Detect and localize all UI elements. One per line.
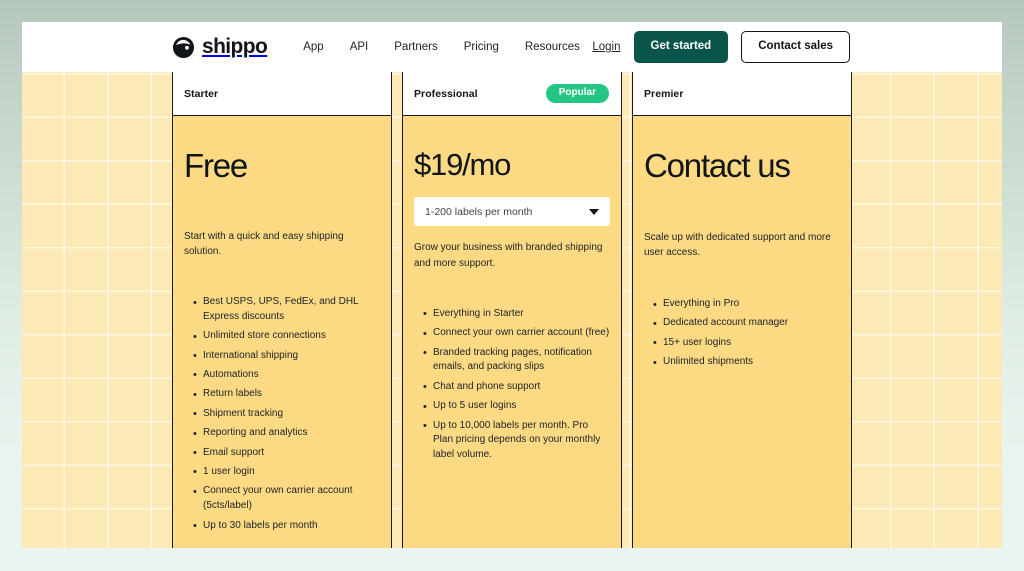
nav-item-resources[interactable]: Resources xyxy=(525,41,580,53)
label-volume-select-value: 1-200 labels per month xyxy=(425,205,533,218)
shippo-logo-icon xyxy=(172,36,195,58)
list-item: Unlimited shipments xyxy=(653,355,840,371)
nav-item-api[interactable]: API xyxy=(350,41,369,53)
plan-name-professional: Professional xyxy=(414,87,478,100)
pricing-section-background: Starter Free Start with a quick and easy… xyxy=(22,72,1002,548)
pricing-cards: Starter Free Start with a quick and easy… xyxy=(172,72,852,548)
list-item: Up to 10,000 labels per month. Pro Plan … xyxy=(423,418,610,463)
list-item: Automations xyxy=(193,367,380,383)
card-body-premier: Contact us Scale up with dedicated suppo… xyxy=(632,116,852,548)
list-item: 15+ user logins xyxy=(653,335,840,351)
card-body-professional: $19/mo 1-200 labels per month Grow your … xyxy=(402,116,622,548)
list-item: 1 user login xyxy=(193,464,380,480)
list-item: Return labels xyxy=(193,387,380,403)
list-item: Everything in Pro xyxy=(653,297,840,313)
pricing-card-professional: Professional Popular $19/mo 1-200 labels… xyxy=(402,72,622,548)
brand-logo-link[interactable]: shippo xyxy=(172,35,268,59)
list-item: Shipment tracking xyxy=(193,406,380,422)
feature-list-starter: Best USPS, UPS, FedEx, and DHL Express d… xyxy=(184,295,380,535)
plan-price-premier: Contact us xyxy=(644,147,791,184)
card-header-starter: Starter xyxy=(172,72,392,116)
login-link[interactable]: Login xyxy=(592,41,620,53)
brand-name: shippo xyxy=(202,35,268,58)
nav-item-partners[interactable]: Partners xyxy=(394,41,437,53)
plan-price-professional: $19/mo xyxy=(414,147,511,182)
card-header-premier: Premier xyxy=(632,72,852,116)
feature-list-professional: Everything in Starter Connect your own c… xyxy=(414,306,610,463)
list-item: Everything in Starter xyxy=(423,306,610,322)
plan-name-premier: Premier xyxy=(644,87,684,100)
list-item: International shipping xyxy=(193,348,380,364)
nav-item-pricing[interactable]: Pricing xyxy=(464,41,499,53)
feature-list-premier: Everything in Pro Dedicated account mana… xyxy=(644,297,840,371)
card-body-starter: Free Start with a quick and easy shippin… xyxy=(172,116,392,548)
list-item: Connect your own carrier account (5cts/l… xyxy=(193,484,380,514)
status-badge-popular: Popular xyxy=(545,84,609,103)
plan-description-premier: Scale up with dedicated support and more… xyxy=(644,231,831,258)
list-item: Up to 5 user logins xyxy=(423,399,610,415)
plan-price-starter: Free xyxy=(184,147,248,184)
nav-item-app[interactable]: App xyxy=(303,41,323,53)
list-item: Best USPS, UPS, FedEx, and DHL Express d… xyxy=(193,295,380,325)
get-started-button[interactable]: Get started xyxy=(633,31,729,63)
site-header: shippo App API Partners Pricing Resource… xyxy=(22,22,1002,72)
header-actions: Login Get started Contact sales xyxy=(592,31,850,63)
list-item: Chat and phone support xyxy=(423,379,610,395)
list-item: Reporting and analytics xyxy=(193,426,380,442)
label-volume-select[interactable]: 1-200 labels per month xyxy=(414,197,610,227)
plan-name-starter: Starter xyxy=(184,87,219,100)
list-item: Connect your own carrier account (free) xyxy=(423,326,610,342)
list-item: Email support xyxy=(193,445,380,461)
pricing-card-premier: Premier Contact us Scale up with dedicat… xyxy=(632,72,852,548)
list-item: Branded tracking pages, notification ema… xyxy=(423,345,610,376)
browser-page: shippo App API Partners Pricing Resource… xyxy=(22,22,1002,548)
pricing-card-starter: Starter Free Start with a quick and easy… xyxy=(172,72,392,548)
contact-sales-button[interactable]: Contact sales xyxy=(741,31,850,63)
plan-description-professional: Grow your business with branded shipping… xyxy=(414,242,603,269)
list-item: Dedicated account manager xyxy=(653,316,840,332)
chevron-down-icon xyxy=(589,208,599,215)
plan-description-starter: Start with a quick and easy shipping sol… xyxy=(184,230,344,257)
card-header-professional: Professional Popular xyxy=(402,72,622,116)
list-item: Up to 30 labels per month xyxy=(193,518,380,534)
primary-nav: App API Partners Pricing Resources xyxy=(303,41,580,53)
list-item: Unlimited store connections xyxy=(193,329,380,345)
